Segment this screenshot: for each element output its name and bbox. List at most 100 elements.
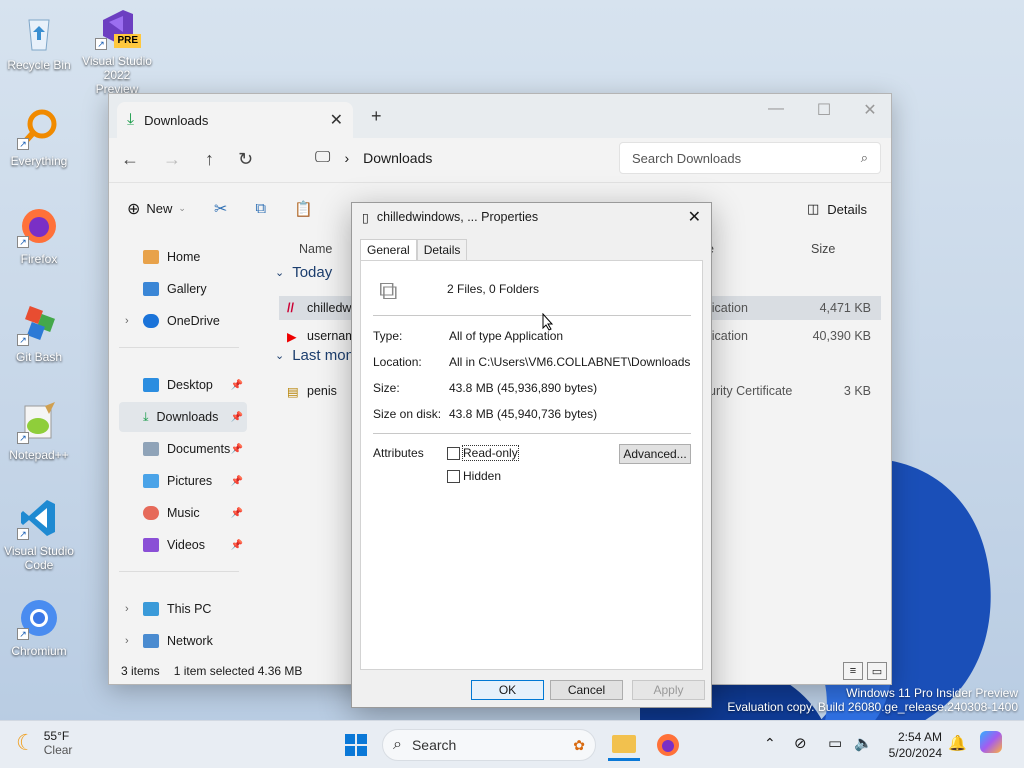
close-window-button[interactable]: ✕ bbox=[855, 100, 885, 120]
attributes-label: Attributes bbox=[373, 446, 424, 460]
cut-icon[interactable]: ✂ bbox=[214, 199, 227, 219]
address-bar[interactable]: 🖵 › Downloads bbox=[315, 142, 607, 174]
maximize-button[interactable]: ☐ bbox=[809, 100, 839, 120]
sidebar-item-pictures[interactable]: Pictures 📌 bbox=[119, 466, 247, 496]
sidebar-item-onedrive[interactable]: › OneDrive bbox=[119, 306, 247, 336]
file-name: penis bbox=[307, 384, 337, 398]
notepad-plus-plus-icon: ↗ bbox=[17, 400, 61, 444]
size-on-disk-value: 43.8 MB (45,940,736 bytes) bbox=[449, 407, 598, 421]
desktop-icon-everything[interactable]: ↗ Everything bbox=[4, 106, 74, 168]
location-value: All in C:\Users\VM6.COLLABNET\Downloads bbox=[449, 355, 691, 369]
cancel-button[interactable]: Cancel bbox=[550, 680, 623, 700]
chevron-right-icon[interactable]: › bbox=[125, 603, 129, 615]
view-toggles: ≡ ▭ bbox=[843, 662, 887, 680]
details-pane-button[interactable]: ◫ Details bbox=[807, 201, 867, 217]
start-button[interactable] bbox=[340, 729, 372, 761]
file-type: lication bbox=[709, 329, 748, 343]
back-arrow-icon[interactable]: ← bbox=[121, 149, 139, 170]
network-disconnected-icon[interactable]: ⊘ bbox=[794, 734, 807, 752]
download-arrow-icon: ⤓ bbox=[127, 111, 135, 128]
location-label: Location: bbox=[373, 355, 422, 369]
new-button[interactable]: ⊕ New ⌄ bbox=[127, 199, 186, 219]
desktop-icon-firefox[interactable]: ↗ Firefox bbox=[4, 204, 74, 266]
sidebar-item-home[interactable]: Home bbox=[119, 242, 247, 272]
desktop-icon-label: Git Bash bbox=[15, 350, 63, 364]
breadcrumb-downloads[interactable]: Downloads bbox=[363, 150, 432, 166]
pin-icon: 📌 bbox=[230, 507, 243, 519]
sidebar-item-network[interactable]: › Network bbox=[119, 626, 247, 656]
music-icon bbox=[143, 506, 159, 520]
files-icon: ▯ bbox=[362, 210, 369, 225]
shortcut-arrow-icon: ↗ bbox=[17, 138, 29, 150]
sidebar-item-this-pc[interactable]: › This PC bbox=[119, 594, 247, 624]
desktop-icon-recycle-bin[interactable]: Recycle Bin bbox=[4, 10, 74, 72]
desktop-icon-label: Firefox bbox=[20, 252, 58, 266]
close-tab-icon[interactable]: ✕ bbox=[330, 110, 343, 130]
apply-button[interactable]: Apply bbox=[632, 680, 705, 700]
sidebar-item-downloads[interactable]: ⤓ Downloads 📌 bbox=[119, 402, 247, 432]
desktop-icon-notepad-plus-plus[interactable]: ↗ Notepad++ bbox=[4, 400, 74, 462]
paste-icon[interactable]: 📋 bbox=[294, 200, 313, 218]
file-explorer-taskbar-button[interactable] bbox=[608, 729, 640, 761]
moon-icon: ☾ bbox=[16, 730, 36, 755]
file-type: lication bbox=[709, 301, 748, 315]
weather-widget[interactable]: ☾ 55°F Clear bbox=[16, 729, 72, 757]
computer-icon bbox=[143, 602, 159, 616]
volume-icon[interactable]: 🔈 bbox=[854, 734, 873, 752]
desktop-icon-label: Notepad++ bbox=[9, 448, 69, 462]
close-icon[interactable]: ✕ bbox=[688, 207, 701, 227]
sidebar-item-gallery[interactable]: Gallery bbox=[119, 274, 247, 304]
explorer-tab-bar: ⤓ Downloads ✕ + — ☐ ✕ bbox=[109, 94, 891, 138]
group-header-today[interactable]: ⌄ Today bbox=[275, 264, 332, 281]
size-value: 43.8 MB (45,936,890 bytes) bbox=[449, 381, 598, 395]
desktop-icon-git-bash[interactable]: ↗ Git Bash bbox=[4, 302, 74, 364]
search-highlight-icon: ✿ bbox=[573, 736, 585, 753]
chromium-icon: ↗ bbox=[17, 596, 61, 640]
firefox-icon: ↗ bbox=[17, 204, 61, 248]
sidebar-item-videos[interactable]: Videos 📌 bbox=[119, 530, 247, 560]
firefox-taskbar-button[interactable] bbox=[652, 729, 684, 761]
hidden-checkbox[interactable]: Hidden bbox=[447, 469, 501, 483]
sidebar-item-documents[interactable]: Documents 📌 bbox=[119, 434, 247, 464]
file-size: 4,471 KB bbox=[819, 301, 871, 315]
readonly-checkbox[interactable]: Read-only bbox=[447, 445, 519, 461]
sidebar-item-desktop[interactable]: Desktop 📌 bbox=[119, 370, 247, 400]
tab-general[interactable]: General bbox=[360, 239, 417, 260]
taskbar-search[interactable]: ⌕ Search ✿ bbox=[382, 729, 596, 761]
notification-bell-icon[interactable]: 🔔 bbox=[948, 734, 967, 752]
ok-button[interactable]: OK bbox=[471, 680, 544, 700]
tiles-view-icon[interactable]: ▭ bbox=[867, 662, 887, 680]
minimize-button[interactable]: — bbox=[761, 100, 791, 118]
file-size: 3 KB bbox=[843, 384, 871, 398]
pin-icon: 📌 bbox=[230, 411, 243, 423]
sidebar-item-music[interactable]: Music 📌 bbox=[119, 498, 247, 528]
tab-downloads[interactable]: ⤓ Downloads ✕ bbox=[117, 102, 353, 138]
group-header-last-month[interactable]: ⌄ Last mont bbox=[275, 347, 358, 364]
tab-details[interactable]: Details bbox=[416, 239, 468, 260]
new-button-label: New bbox=[146, 201, 173, 216]
desktop-icon-chromium[interactable]: ↗ Chromium bbox=[4, 596, 74, 658]
shortcut-arrow-icon: ↗ bbox=[17, 334, 29, 346]
desktop-icon-visual-studio-2022[interactable]: PRE ↗ Visual Studio 2022 Preview bbox=[82, 6, 152, 96]
chevron-up-icon[interactable]: ⌃ bbox=[764, 735, 776, 752]
refresh-icon[interactable]: ↻ bbox=[238, 149, 253, 170]
chevron-right-icon[interactable]: › bbox=[125, 635, 129, 647]
column-header-size[interactable]: Size bbox=[811, 242, 835, 256]
details-view-icon[interactable]: ≡ bbox=[843, 662, 863, 680]
column-header-name[interactable]: Name bbox=[299, 242, 332, 256]
advanced-button[interactable]: Advanced... bbox=[619, 444, 691, 464]
search-icon: ⌕ bbox=[860, 150, 868, 165]
copy-icon[interactable]: ⧉ bbox=[255, 200, 266, 217]
search-input[interactable]: Search Downloads ⌕ bbox=[619, 142, 881, 174]
system-clock[interactable]: 2:54 AM 5/20/2024 bbox=[886, 729, 942, 761]
up-arrow-icon[interactable]: ↑ bbox=[205, 149, 214, 170]
taskbar: ☾ 55°F Clear ⌕ Search ✿ ⌃ ⊘ ▭ 🔈 2:54 AM … bbox=[0, 720, 1024, 768]
new-tab-button[interactable]: + bbox=[371, 106, 382, 127]
desktop-icon-vscode[interactable]: ↗ Visual Studio Code bbox=[4, 496, 74, 572]
copilot-icon[interactable] bbox=[980, 731, 1002, 753]
forward-arrow-icon[interactable]: → bbox=[163, 149, 181, 170]
selection-info: 1 item selected 4.36 MB bbox=[173, 664, 303, 678]
display-icon[interactable]: ▭ bbox=[828, 734, 842, 752]
sidebar-item-label: Videos bbox=[167, 538, 205, 552]
chevron-right-icon[interactable]: › bbox=[125, 315, 129, 327]
